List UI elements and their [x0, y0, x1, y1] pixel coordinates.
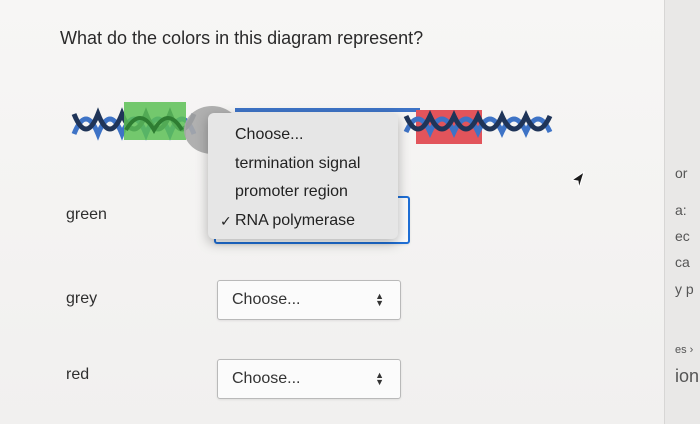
- red-select-value: Choose...: [232, 370, 301, 387]
- row-label-red: red: [66, 366, 90, 383]
- grey-select[interactable]: Choose... ▲ ▼: [217, 280, 401, 320]
- green-select-dropdown: Choose... termination signal promoter re…: [208, 113, 398, 239]
- select-arrows-icon: ▲ ▼: [375, 370, 384, 387]
- fragment-text: or: [675, 165, 688, 181]
- row-label-grey: grey: [66, 290, 98, 307]
- dropdown-option-choose[interactable]: Choose...: [208, 121, 398, 150]
- checkmark-icon: ✓: [220, 212, 232, 229]
- fragment-text: ion: [675, 366, 700, 386]
- fragment-text: ec: [675, 228, 690, 244]
- question-card: What do the colors in this diagram repre…: [0, 0, 664, 424]
- question-text: What do the colors in this diagram repre…: [60, 28, 424, 48]
- fragment-text: es ›: [675, 344, 694, 356]
- dropdown-option-termination-signal[interactable]: termination signal: [208, 150, 398, 179]
- red-select[interactable]: Choose... ▲ ▼: [217, 359, 401, 399]
- dropdown-option-rna-polymerase[interactable]: ✓ RNA polymerase: [208, 207, 398, 236]
- right-panel-fragment: or a: ec ca y p es › ion: [664, 0, 700, 424]
- mouse-cursor-icon: [570, 170, 585, 189]
- fragment-text: ca: [675, 254, 690, 270]
- row-label-green: green: [66, 206, 107, 223]
- fragment-text: y p: [675, 281, 694, 297]
- dropdown-option-promoter-region[interactable]: promoter region: [208, 178, 398, 207]
- select-arrows-icon: ▲ ▼: [375, 291, 384, 308]
- grey-select-value: Choose...: [232, 291, 301, 308]
- fragment-text: a:: [675, 202, 687, 218]
